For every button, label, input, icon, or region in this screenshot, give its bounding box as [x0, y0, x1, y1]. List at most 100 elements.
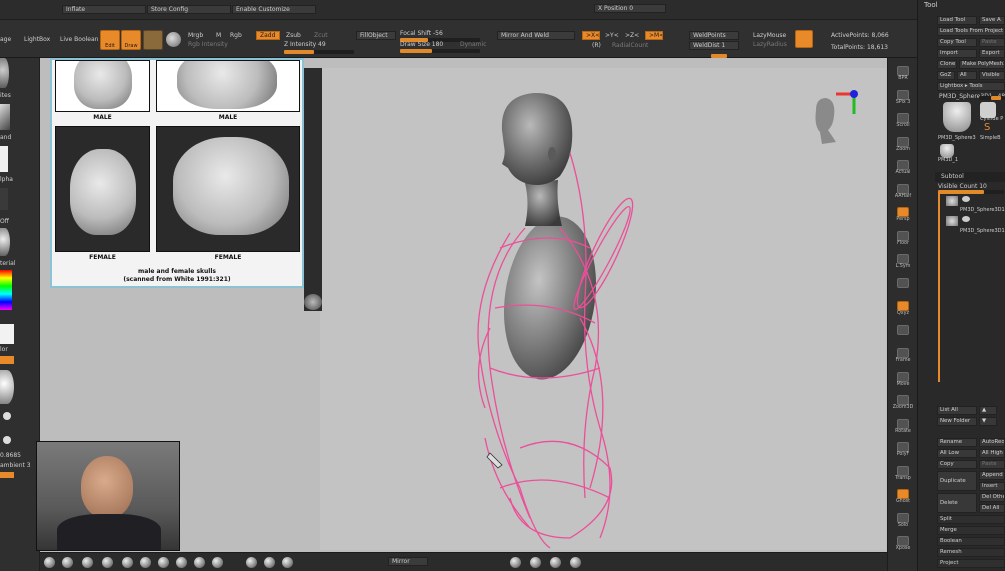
auto-reorder-button[interactable]: AutoReo	[979, 438, 1005, 447]
export-button[interactable]: Export	[979, 49, 1005, 58]
radial-r-button[interactable]: (R)	[592, 42, 601, 50]
load-tool-button[interactable]: Load Tool	[937, 16, 977, 25]
edit-button[interactable]: Edit	[100, 30, 120, 50]
remesh-menu[interactable]: Remesh	[937, 548, 1005, 557]
mrgb-button[interactable]: Mrgb	[188, 32, 203, 40]
list-all-button[interactable]: List All	[937, 406, 977, 415]
shelf-button-18[interactable]: Ghost	[891, 489, 915, 506]
move-button[interactable]	[143, 30, 163, 50]
sym-z-button[interactable]: >Z<	[625, 32, 639, 40]
brush-icon-9[interactable]	[194, 557, 205, 568]
color-picker-icon[interactable]	[0, 270, 12, 310]
all-low-button[interactable]: All Low	[937, 449, 977, 458]
radial-count-slider[interactable]: RadialCount	[612, 42, 648, 50]
draw-size-slider[interactable]: Draw Size 180	[400, 41, 443, 49]
visible-count-track[interactable]	[938, 190, 1004, 194]
shelf-button-14[interactable]: Zoom3D	[891, 395, 915, 412]
new-folder-button[interactable]: New Folder	[937, 417, 977, 426]
load-tools-project-button[interactable]: Load Tools From Project	[937, 27, 1005, 36]
shelf-button-5[interactable]: AAHalf	[891, 183, 915, 201]
merge-menu[interactable]: Merge	[937, 526, 1005, 535]
tool-thumb-sphere-icon[interactable]	[943, 102, 971, 132]
shelf-button-11[interactable]	[891, 324, 915, 342]
z-intensity-slider[interactable]: Z Intensity 49	[284, 41, 326, 49]
secondary-color-swatch[interactable]	[0, 356, 14, 364]
z-intensity-track[interactable]	[284, 50, 354, 54]
stroke-thumbnail-icon[interactable]	[0, 104, 10, 130]
import-button[interactable]: Import	[937, 49, 977, 58]
rgb-intensity-slider[interactable]: Rgb Intensity	[188, 41, 228, 49]
ambient-slider[interactable]	[0, 472, 14, 478]
subtool-thumb-1-icon[interactable]	[946, 196, 958, 206]
x-position-slider[interactable]: X Position 0	[594, 4, 666, 13]
up-arrow-icon[interactable]: ▲	[979, 406, 997, 415]
brush-icon-17[interactable]	[570, 557, 581, 568]
zsub-button[interactable]: Zsub	[286, 32, 301, 40]
shelf-button-20[interactable]: Xpose	[891, 536, 915, 553]
rename-button[interactable]: Rename	[937, 438, 977, 447]
weld-points-button[interactable]: WeldPoints	[689, 31, 739, 40]
shelf-button-13[interactable]: Move	[891, 371, 915, 389]
light-sphere-icon[interactable]	[0, 370, 14, 404]
shelf-button-19[interactable]: Solo	[891, 512, 915, 530]
lazy-mouse-button[interactable]: LazyMouse	[753, 32, 786, 40]
del-all-button[interactable]: Del All	[979, 504, 1005, 513]
make-polymesh-button[interactable]: Make PolyMesh3	[959, 60, 1005, 69]
texture-thumbnail-icon[interactable]	[0, 188, 8, 210]
live-boolean-button[interactable]: Live Boolean	[60, 36, 98, 44]
brush-icon-10[interactable]	[212, 557, 223, 568]
weld-dist-slider[interactable]: WeldDist 1	[689, 41, 739, 50]
model-view[interactable]	[320, 68, 886, 550]
brush-icon-8[interactable]	[176, 557, 187, 568]
delete-button[interactable]: Delete	[937, 493, 977, 513]
sym-x-button[interactable]: >X<	[582, 31, 600, 40]
project-menu[interactable]: Project	[937, 559, 1005, 568]
brush-icon-12[interactable]	[264, 557, 275, 568]
copy-tool-button[interactable]: Copy Tool	[937, 38, 977, 47]
brush-icon-11[interactable]	[246, 557, 257, 568]
brush-icon-7[interactable]	[158, 557, 169, 568]
shelf-button-10[interactable]: Qxyz	[891, 301, 915, 318]
inflate-slider[interactable]: Inflate	[62, 5, 146, 14]
brush-icon-4[interactable]	[102, 557, 113, 568]
subtool-thumb-2-icon[interactable]	[946, 216, 958, 226]
shelf-button-8[interactable]: L.Sym	[891, 254, 915, 271]
navigation-gizmo[interactable]	[806, 86, 868, 156]
main-color-swatch[interactable]	[0, 324, 14, 344]
subtool-item-2[interactable]: PM3D_Sphere3D1	[960, 227, 1005, 235]
current-tool-track[interactable]	[979, 96, 1005, 100]
split-menu[interactable]: Split	[937, 515, 1005, 524]
sym-y-button[interactable]: >Y<	[605, 32, 619, 40]
zadd-button[interactable]: Zadd	[256, 31, 280, 40]
sym-m-button[interactable]: >M<	[645, 31, 663, 40]
shelf-button-15[interactable]: Rotate	[891, 418, 915, 436]
del-other-button[interactable]: Del Othe	[979, 493, 1005, 502]
subtool-scrollbar[interactable]	[938, 192, 940, 382]
subtool-eye-2-icon[interactable]	[962, 216, 970, 222]
brush-icon-2[interactable]	[62, 557, 73, 568]
copy-subtool-button[interactable]: Copy	[937, 460, 977, 469]
draw-size-track[interactable]	[400, 49, 480, 53]
goz-button[interactable]: GoZ	[937, 71, 955, 80]
shelf-button-6[interactable]: Persp	[891, 207, 915, 224]
append-button[interactable]: Append	[979, 471, 1005, 480]
storage-button[interactable]: age	[0, 36, 11, 44]
fill-object-button[interactable]: FillObject	[356, 31, 396, 40]
shelf-button-17[interactable]: Transp	[891, 465, 915, 483]
store-config-button[interactable]: Store Config	[147, 5, 231, 14]
bulb-icon[interactable]	[3, 412, 11, 420]
save-as-button[interactable]: Save A	[979, 16, 1005, 25]
rgb-button[interactable]: Rgb	[230, 32, 242, 40]
brush-icon-15[interactable]	[530, 557, 541, 568]
paste-subtool-button[interactable]: Paste	[979, 460, 1005, 469]
zcut-button[interactable]: Zcut	[314, 32, 328, 40]
brush-thumbnail-icon[interactable]	[0, 58, 9, 88]
lazy-radius-slider[interactable]: LazyRadius	[753, 41, 787, 49]
subtool-item-1[interactable]: PM3D_Sphere3D1	[960, 206, 1005, 214]
m-button[interactable]: M	[216, 32, 221, 40]
paste-tool-button[interactable]: Paste	[979, 38, 1005, 47]
brush-icon-13[interactable]	[282, 557, 293, 568]
shelf-button-1[interactable]: SPix 3	[891, 89, 915, 107]
shelf-button-4[interactable]: Actual	[891, 160, 915, 177]
all-high-button[interactable]: All High	[979, 449, 1005, 458]
